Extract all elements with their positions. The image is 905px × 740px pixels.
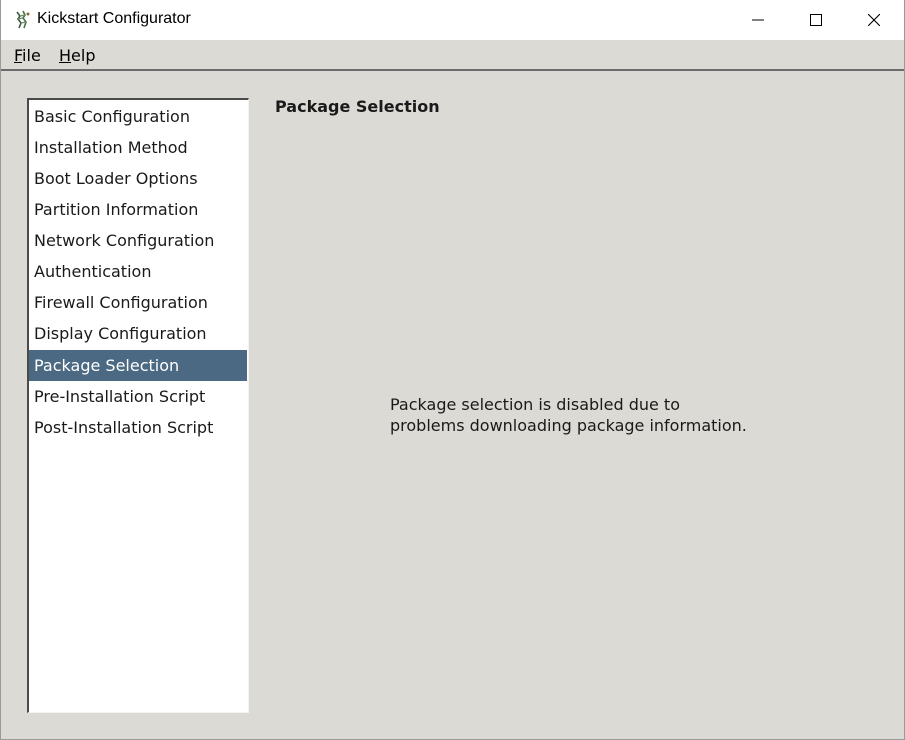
menu-file-mnemonic: F xyxy=(14,46,23,65)
title-bar[interactable]: Kickstart Configurator xyxy=(1,0,904,40)
disabled-message-line-1: Package selection is disabled due to xyxy=(390,395,680,414)
close-button[interactable] xyxy=(851,0,897,40)
disabled-message: Package selection is disabled due to pro… xyxy=(390,394,747,436)
sidebar-item-pre-installation-script[interactable]: Pre-Installation Script xyxy=(29,381,247,412)
menu-file-label: ile xyxy=(22,46,41,65)
minimize-button[interactable] xyxy=(735,0,781,40)
menu-file[interactable]: File xyxy=(14,46,41,65)
sidebar-item-package-selection[interactable]: Package Selection xyxy=(29,350,247,381)
sidebar-item-installation-method[interactable]: Installation Method xyxy=(29,132,247,163)
window-title: Kickstart Configurator xyxy=(37,10,191,27)
sidebar-item-network-configuration[interactable]: Network Configuration xyxy=(29,225,247,256)
sidebar-item-firewall-configuration[interactable]: Firewall Configuration xyxy=(29,287,247,318)
section-list: Basic Configuration Installation Method … xyxy=(27,98,249,713)
sidebar-item-display-configuration[interactable]: Display Configuration xyxy=(29,318,247,349)
app-window: Kickstart Configurator File Help Basic C… xyxy=(0,0,905,740)
menu-bar: File Help xyxy=(1,40,904,71)
disabled-message-line-2: problems downloading package information… xyxy=(390,416,747,435)
sidebar-item-authentication[interactable]: Authentication xyxy=(29,256,247,287)
maximize-button[interactable] xyxy=(793,0,839,40)
maximize-icon xyxy=(810,14,822,26)
menu-help-label: elp xyxy=(71,46,96,65)
page-title: Package Selection xyxy=(275,97,440,116)
sidebar-item-boot-loader-options[interactable]: Boot Loader Options xyxy=(29,163,247,194)
minimize-icon xyxy=(752,19,764,21)
menu-help-mnemonic: H xyxy=(59,46,72,65)
sidebar-item-partition-information[interactable]: Partition Information xyxy=(29,194,247,225)
menu-help[interactable]: Help xyxy=(59,46,95,65)
sidebar-item-post-installation-script[interactable]: Post-Installation Script xyxy=(29,412,247,443)
kickstart-app-icon xyxy=(13,10,31,30)
close-icon xyxy=(868,14,880,26)
sidebar-item-basic-configuration[interactable]: Basic Configuration xyxy=(29,101,247,132)
